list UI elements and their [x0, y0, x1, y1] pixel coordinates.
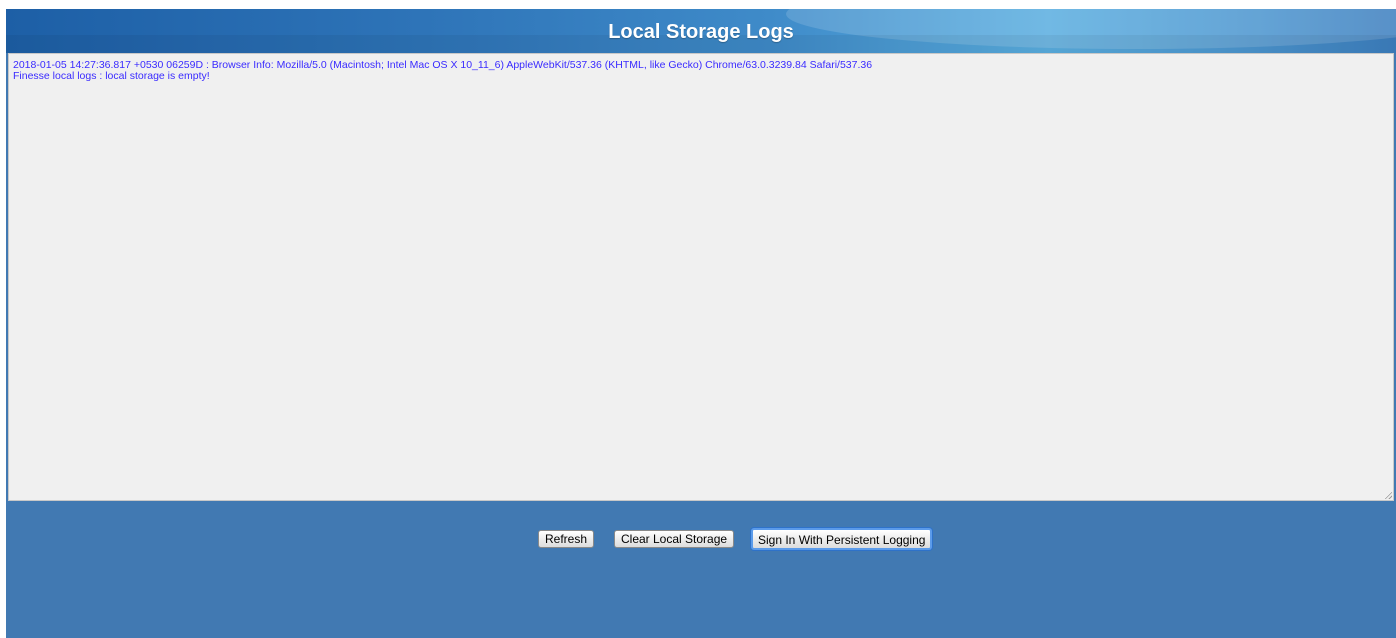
- sign-in-persistent-logging-label: Sign In With Persistent Logging: [758, 532, 926, 547]
- clear-local-storage-button[interactable]: Clear Local Storage: [614, 530, 735, 548]
- sign-in-persistent-logging-button[interactable]: Sign In With Persistent Logging: [751, 528, 933, 550]
- log-line-local-storage-status: Finesse local logs : local storage is em…: [13, 70, 210, 82]
- button-bar: Refresh Clear Local Storage Sign In With…: [6, 528, 1396, 552]
- resize-grip-icon[interactable]: [1384, 491, 1392, 499]
- log-line-browser-info: 2018-01-05 14:27:36.817 +0530 06259D : B…: [13, 59, 873, 71]
- log-textarea[interactable]: 2018-01-05 14:27:36.817 +0530 06259D : B…: [8, 53, 1394, 501]
- local-storage-logs-page: Local Storage Logs 2018-01-05 14:27:36.8…: [6, 9, 1396, 638]
- header-banner: Local Storage Logs: [6, 9, 1396, 53]
- refresh-button[interactable]: Refresh: [538, 530, 595, 548]
- page-title: Local Storage Logs: [608, 21, 794, 43]
